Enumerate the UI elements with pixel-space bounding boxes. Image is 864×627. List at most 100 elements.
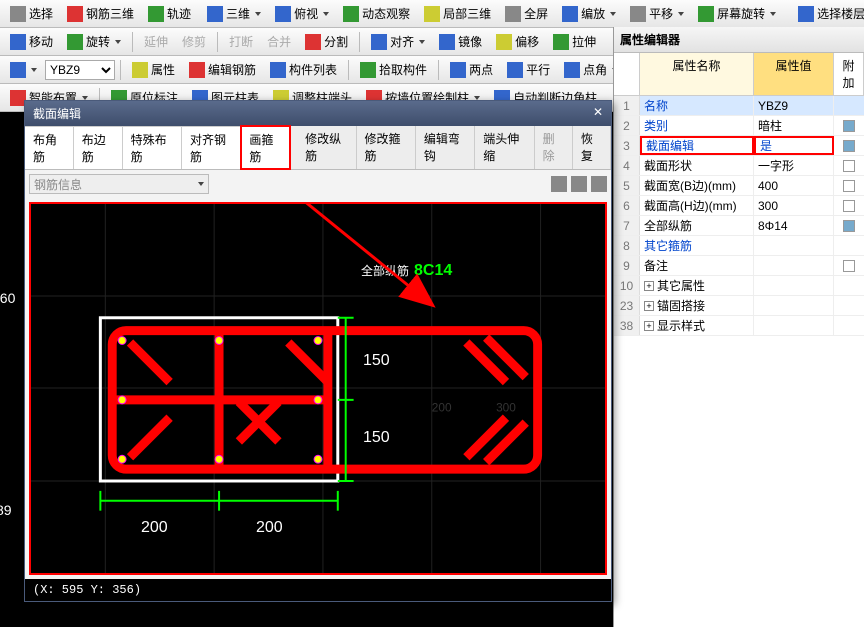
tb-local3d[interactable]: 局部三维: [418, 2, 497, 25]
prop-value[interactable]: 400: [754, 176, 834, 195]
prop-idx: 1: [614, 96, 640, 115]
tab-end[interactable]: 端头伸缩: [475, 126, 534, 169]
close-icon[interactable]: ✕: [593, 105, 603, 122]
rebar-info-combo[interactable]: 钢筋信息: [29, 174, 209, 194]
tab-restore[interactable]: 恢复: [573, 126, 611, 169]
header-value: 属性值: [754, 53, 834, 95]
expand-icon[interactable]: +: [644, 321, 654, 331]
tab-edge[interactable]: 布边筋: [74, 126, 123, 169]
tab-del[interactable]: 删除: [535, 126, 573, 169]
tb-stretch[interactable]: 拉伸: [547, 30, 602, 53]
tb-trim[interactable]: 修剪: [176, 30, 212, 53]
orbit-icon: [343, 6, 359, 22]
tb-split[interactable]: 分割: [299, 30, 354, 53]
prop-value[interactable]: [754, 296, 834, 315]
header-add: 附加: [834, 53, 864, 95]
tool-icon-2[interactable]: [571, 176, 587, 192]
prop-value[interactable]: 是: [754, 136, 834, 155]
tab-modh[interactable]: 修改箍筋: [357, 126, 416, 169]
tab-special[interactable]: 特殊布筋: [123, 126, 182, 169]
tb-full[interactable]: 全屏: [499, 2, 554, 25]
prop-row-4[interactable]: 4截面形状一字形: [614, 156, 864, 176]
prop-row-9[interactable]: 9备注: [614, 256, 864, 276]
prop-row-5[interactable]: 5截面宽(B边)(mm)400: [614, 176, 864, 196]
tab-modv[interactable]: 修改纵筋: [297, 126, 356, 169]
expand-icon[interactable]: +: [644, 301, 654, 311]
tb-extend[interactable]: 延伸: [138, 30, 174, 53]
prop-row-7[interactable]: 7全部纵筋8Φ14: [614, 216, 864, 236]
prop-value[interactable]: 暗柱: [754, 116, 834, 135]
prop-row-38[interactable]: 38+显示样式: [614, 316, 864, 336]
tab-hook[interactable]: 编辑弯钩: [416, 126, 475, 169]
dialog-toolbar: 钢筋信息: [25, 170, 611, 198]
tb-2pt[interactable]: 两点: [444, 58, 499, 81]
tb-3d[interactable]: 三维: [201, 2, 267, 25]
tb-attr[interactable]: 属性: [126, 58, 181, 81]
prop-row-8[interactable]: 8其它箍筋: [614, 236, 864, 256]
prop-value[interactable]: 300: [754, 196, 834, 215]
prop-value[interactable]: 8Φ14: [754, 216, 834, 235]
tb-offset[interactable]: 偏移: [490, 30, 545, 53]
tb-zoom[interactable]: 编放: [556, 2, 622, 25]
dialog-canvas[interactable]: 200 300: [29, 202, 607, 575]
tb-topview[interactable]: 俯视: [269, 2, 335, 25]
tb-draw[interactable]: [4, 59, 43, 81]
prop-value[interactable]: [754, 316, 834, 335]
prop-row-3[interactable]: 3截面编辑是: [614, 136, 864, 156]
tb-rotate-scr[interactable]: 屏幕旋转: [692, 2, 782, 25]
prop-check[interactable]: [834, 236, 864, 255]
tab-alignrebar[interactable]: 对齐钢筋: [182, 126, 241, 169]
tb-editrebar[interactable]: 编辑钢筋: [183, 58, 262, 81]
tool-icon-3[interactable]: [591, 176, 607, 192]
prop-check[interactable]: [834, 136, 864, 155]
tb-break[interactable]: 打断: [223, 30, 259, 53]
prop-idx: 3: [614, 136, 640, 155]
prop-row-23[interactable]: 23+锚固搭接: [614, 296, 864, 316]
tb-parallel[interactable]: 平行: [501, 58, 556, 81]
prop-name: +其它属性: [640, 276, 754, 295]
svg-text:200: 200: [432, 401, 452, 415]
prop-value[interactable]: 一字形: [754, 156, 834, 175]
prop-check[interactable]: [834, 216, 864, 235]
prop-check[interactable]: [834, 176, 864, 195]
expand-icon[interactable]: +: [644, 281, 654, 291]
component-combo[interactable]: YBZ9: [45, 60, 115, 80]
tb-pick[interactable]: 拾取构件: [354, 58, 433, 81]
tb-complist[interactable]: 构件列表: [264, 58, 343, 81]
prop-check[interactable]: [834, 116, 864, 135]
prop-row-1[interactable]: 1名称YBZ9: [614, 96, 864, 116]
tool-icon-1[interactable]: [551, 176, 567, 192]
prop-check[interactable]: [834, 296, 864, 315]
tb-mirror[interactable]: 镜像: [433, 30, 488, 53]
prop-check[interactable]: [834, 96, 864, 115]
tb-select[interactable]: 选择: [4, 2, 59, 25]
tb-selfloor[interactable]: 选择楼层: [792, 2, 864, 25]
tb-orbit[interactable]: 动态观察: [337, 2, 416, 25]
prop-value[interactable]: [754, 256, 834, 275]
tb-pan[interactable]: 平移: [624, 2, 690, 25]
stretch-icon: [553, 34, 569, 50]
prop-row-2[interactable]: 2类别暗柱: [614, 116, 864, 136]
prop-check[interactable]: [834, 156, 864, 175]
prop-value[interactable]: YBZ9: [754, 96, 834, 115]
prop-row-10[interactable]: 10+其它属性: [614, 276, 864, 296]
tb-rotate2[interactable]: 旋转: [61, 30, 127, 53]
prop-value[interactable]: [754, 276, 834, 295]
prop-name: 名称: [640, 96, 754, 115]
tb-move[interactable]: 移动: [4, 30, 59, 53]
prop-check[interactable]: [834, 256, 864, 275]
tab-corner[interactable]: 布角筋: [25, 126, 74, 169]
tb-align[interactable]: 对齐: [365, 30, 431, 53]
prop-check[interactable]: [834, 196, 864, 215]
rotate-icon: [698, 6, 714, 22]
dialog-status: (X: 595 Y: 356): [25, 579, 611, 601]
prop-check[interactable]: [834, 276, 864, 295]
tb-rebar3d[interactable]: 钢筋三维: [61, 2, 140, 25]
dialog-titlebar[interactable]: 截面编辑 ✕: [25, 101, 611, 126]
prop-value[interactable]: [754, 236, 834, 255]
prop-row-6[interactable]: 6截面高(H边)(mm)300: [614, 196, 864, 216]
tb-track[interactable]: 轨迹: [142, 2, 197, 25]
prop-check[interactable]: [834, 316, 864, 335]
tab-stirrup[interactable]: 画箍筋: [241, 126, 290, 169]
tb-merge[interactable]: 合并: [261, 30, 297, 53]
